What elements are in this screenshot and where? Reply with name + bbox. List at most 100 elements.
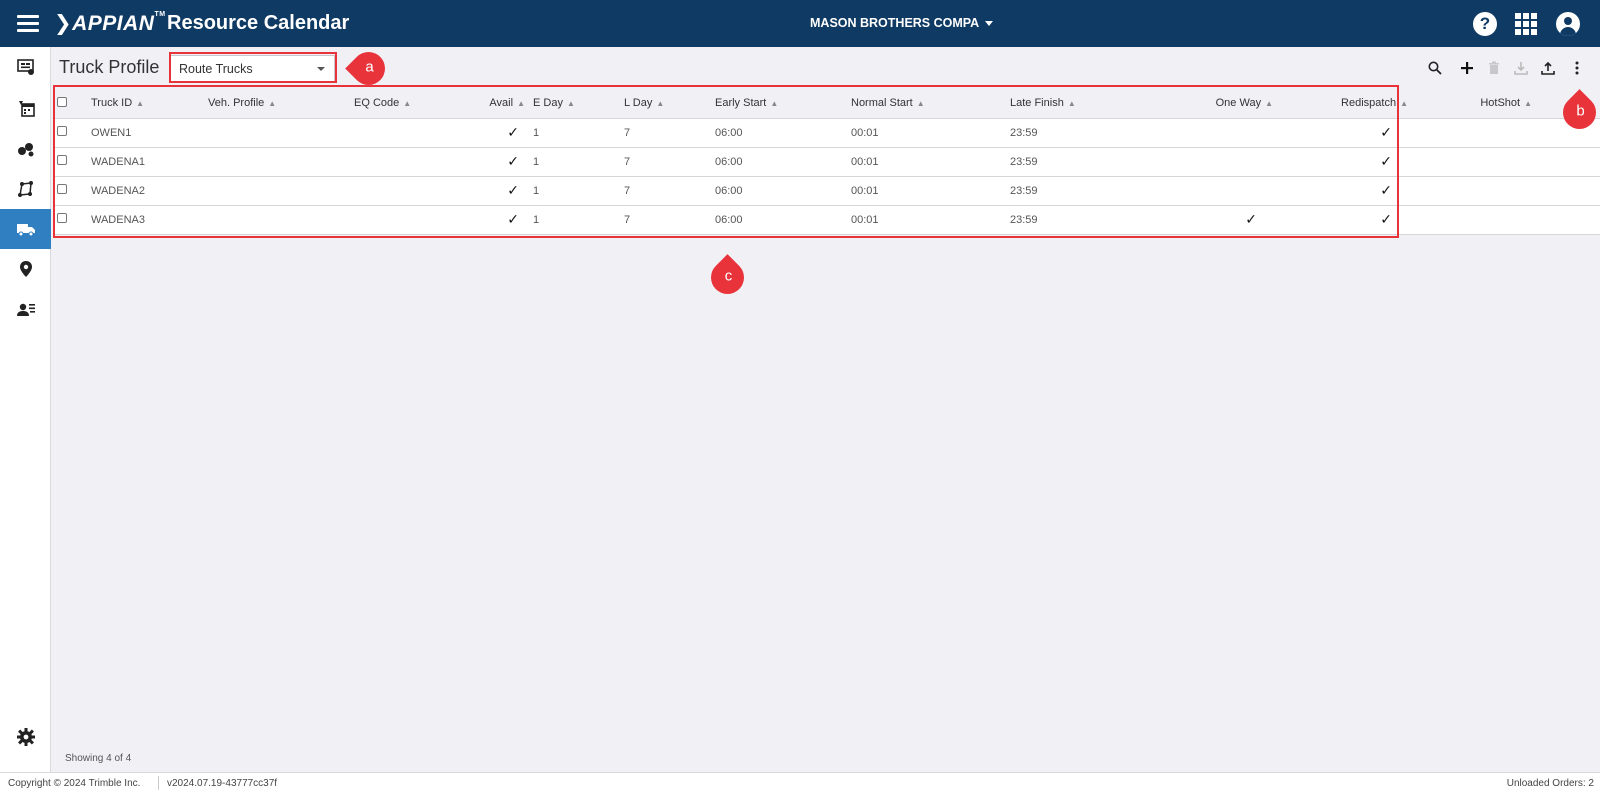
column-header[interactable]: EQ Code ▲︎ xyxy=(354,89,464,119)
truck-icon xyxy=(16,224,35,237)
cell-avail: ✓ xyxy=(464,176,533,206)
cell-avail: ✓ xyxy=(464,147,533,177)
checkmark-icon: ✓ xyxy=(507,153,519,169)
add-icon xyxy=(1461,62,1473,74)
column-header[interactable]: Late Finish ▲︎ xyxy=(1010,89,1148,119)
copyright: Copyright © 2024 Trimble Inc. xyxy=(8,778,141,789)
help-icon[interactable]: ? xyxy=(1473,12,1497,36)
cell-avail: ✓ xyxy=(464,118,533,148)
truck-type-select[interactable]: Route Trucks xyxy=(170,55,335,82)
select-all-checkbox[interactable] xyxy=(57,96,67,107)
column-header[interactable]: Early Start ▲︎ xyxy=(715,89,851,119)
sort-icon: ▲︎ xyxy=(770,99,779,109)
cell-veh-profile xyxy=(208,118,354,148)
row-checkbox[interactable] xyxy=(57,213,67,223)
row-checkbox[interactable] xyxy=(57,155,67,165)
company-selector[interactable]: MASON BROTHERS COMPA xyxy=(810,16,994,30)
search-button[interactable] xyxy=(1426,59,1444,77)
appian-logo: ❯APPIANTM xyxy=(54,11,166,35)
cell-l-day: 7 xyxy=(624,147,715,177)
row-checkbox-cell xyxy=(53,147,91,177)
table-row[interactable]: WADENA1 ✓ 1 7 06:00 00:01 23:59 ✓ xyxy=(53,147,1600,177)
sort-icon: ▲︎ xyxy=(656,99,665,109)
table-row[interactable]: OWEN1 ✓ 1 7 06:00 00:01 23:59 ✓ xyxy=(53,118,1600,148)
cell-e-day: 1 xyxy=(533,118,624,148)
calendar-icon xyxy=(18,101,35,117)
column-header[interactable]: Avail ▲︎ xyxy=(464,89,533,119)
table-row[interactable]: WADENA2 ✓ 1 7 06:00 00:01 23:59 ✓ xyxy=(53,176,1600,206)
cell-early-start: 06:00 xyxy=(715,205,851,235)
cell-early-start: 06:00 xyxy=(715,118,851,148)
checkmark-icon: ✓ xyxy=(1380,211,1392,227)
table-header-row: Truck ID ▲︎ Veh. Profile ▲︎ EQ Code ▲︎ Avai… xyxy=(53,89,1600,119)
cell-normal-start: 00:01 xyxy=(851,205,1010,235)
column-header[interactable]: Truck ID ▲︎ xyxy=(91,89,208,119)
app-grid-icon[interactable] xyxy=(1515,13,1537,35)
hamburger-menu-icon[interactable] xyxy=(17,15,39,32)
sort-icon: ▲︎ xyxy=(1067,99,1076,109)
sidebar-item-resources[interactable] xyxy=(0,129,51,169)
cell-one-way xyxy=(1148,176,1281,206)
sidebar-item-locations[interactable] xyxy=(0,249,51,289)
sidebar-item-trucks[interactable] xyxy=(0,209,51,249)
cell-eq-code xyxy=(354,147,464,177)
cell-redispatch: ✓ xyxy=(1281,176,1416,206)
checkmark-icon: ✓ xyxy=(1380,182,1392,198)
cell-avail: ✓ xyxy=(464,205,533,235)
download-button[interactable] xyxy=(1512,59,1530,77)
annotation-marker-c: c xyxy=(704,254,751,301)
sort-icon: ▲︎ xyxy=(1400,99,1408,109)
cell-one-way: ✓ xyxy=(1148,205,1281,235)
table-row[interactable]: WADENA3 ✓ 1 7 06:00 00:01 23:59 ✓ ✓ xyxy=(53,205,1600,235)
cell-l-day: 7 xyxy=(624,118,715,148)
sidebar-item-dashboard[interactable] xyxy=(0,47,51,87)
more-options-button[interactable] xyxy=(1568,59,1586,77)
cell-normal-start: 00:01 xyxy=(851,176,1010,206)
row-checkbox-cell xyxy=(53,118,91,148)
annotation-marker-a: a xyxy=(345,45,392,92)
row-checkbox-cell xyxy=(53,205,91,235)
row-checkbox[interactable] xyxy=(57,126,67,136)
footer: Copyright © 2024 Trimble Inc. v2024.07.1… xyxy=(0,772,1600,793)
sidebar-item-settings[interactable] xyxy=(0,717,51,757)
top-bar: ❯APPIANTM Resource Calendar MASON BROTHE… xyxy=(0,0,1600,47)
chevron-down-icon xyxy=(317,67,325,71)
cell-one-way xyxy=(1148,118,1281,148)
sidebar-item-drivers[interactable] xyxy=(0,289,51,329)
delete-button[interactable] xyxy=(1485,59,1503,77)
column-header[interactable]: Normal Start ▲︎ xyxy=(851,89,1010,119)
checkmark-icon: ✓ xyxy=(507,211,519,227)
column-header[interactable]: Veh. Profile ▲︎ xyxy=(208,89,354,119)
divider xyxy=(158,776,159,790)
add-button[interactable] xyxy=(1458,59,1476,77)
sort-icon: ▲︎ xyxy=(136,99,145,109)
cell-eq-code xyxy=(354,176,464,206)
cell-e-day: 1 xyxy=(533,147,624,177)
chevron-down-icon xyxy=(985,21,994,27)
cell-veh-profile xyxy=(208,176,354,206)
routes-icon xyxy=(17,181,33,197)
sidebar-item-calendar[interactable] xyxy=(0,88,51,128)
column-header[interactable]: Redispatch ▲︎ xyxy=(1281,89,1416,119)
location-icon xyxy=(19,261,32,277)
sort-icon: ▲︎ xyxy=(916,99,925,109)
row-count-label: Showing 4 of 4 xyxy=(65,753,132,764)
more-options-icon xyxy=(1575,61,1579,75)
cell-truck-id: WADENA1 xyxy=(91,147,208,177)
sidebar-item-routes[interactable] xyxy=(0,169,51,209)
upload-button[interactable] xyxy=(1539,59,1557,77)
column-header[interactable]: E Day ▲︎ xyxy=(533,89,624,119)
cell-normal-start: 00:01 xyxy=(851,147,1010,177)
cell-early-start: 06:00 xyxy=(715,176,851,206)
settings-icon xyxy=(16,728,35,746)
column-header[interactable]: L Day ▲︎ xyxy=(624,89,715,119)
unloaded-orders-label[interactable]: Unloaded Orders: 2 xyxy=(1507,778,1594,789)
cell-hotshot xyxy=(1416,205,1600,235)
row-checkbox-cell xyxy=(53,176,91,206)
truck-type-select-value: Route Trucks xyxy=(179,62,253,76)
column-header[interactable]: One Way ▲︎ xyxy=(1148,89,1281,119)
account-icon[interactable] xyxy=(1556,12,1580,36)
row-checkbox[interactable] xyxy=(57,184,67,194)
sort-icon: ▲︎ xyxy=(403,99,412,109)
cell-veh-profile xyxy=(208,147,354,177)
